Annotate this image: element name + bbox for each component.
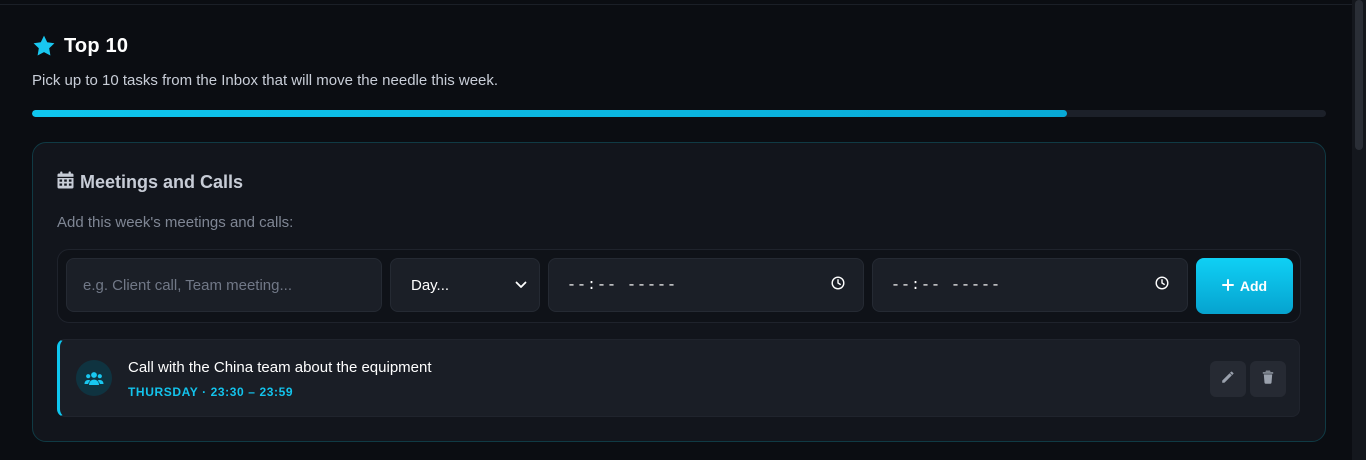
card-hint: Add this week's meetings and calls: [57,214,294,231]
edit-meeting-button[interactable] [1210,361,1246,397]
clock-icon[interactable] [831,275,845,295]
start-time-value: --:-- ----- [567,276,678,294]
pencil-icon [1221,370,1235,389]
scrollbar[interactable] [1352,0,1366,460]
card-header: Meetings and Calls [57,171,243,194]
add-meeting-button[interactable]: Add [1196,258,1293,314]
end-time-input[interactable]: --:-- ----- [872,258,1188,312]
trash-icon [1262,370,1274,389]
meetings-card: Meetings and Calls Add this week's meeti… [32,142,1326,442]
meeting-title: Call with the China team about the equip… [128,359,432,376]
day-select[interactable]: Day... [390,258,540,312]
progress-bar [32,110,1326,117]
scrollbar-thumb[interactable] [1355,0,1363,150]
clock-icon[interactable] [1155,275,1169,295]
calendar-icon [57,171,74,194]
card-title: Meetings and Calls [80,172,244,192]
top-divider [0,0,1352,5]
end-time-value: --:-- ----- [891,276,1002,294]
start-time-input[interactable]: --:-- ----- [548,258,864,312]
add-meeting-form: Day... --:-- ----- --:-- ----- [57,249,1301,323]
progress-fill [32,110,1068,117]
add-button-label: Add [1239,278,1268,294]
page-subtitle: Pick up to 10 tasks from the Inbox that … [32,72,499,89]
section-header: Top 10 [32,34,128,58]
day-select-value: Day... [411,276,450,294]
delete-meeting-button[interactable] [1250,361,1286,397]
meeting-item: Call with the China team about the equip… [57,339,1300,417]
star-icon [32,34,56,58]
page-title: Top 10 [64,34,129,57]
plus-icon [1221,278,1234,294]
people-icon [76,360,112,396]
meeting-name-input[interactable] [66,258,382,312]
chevron-down-icon [515,276,527,294]
meeting-schedule: THURSDAY · 23:30 – 23:59 [128,385,294,399]
